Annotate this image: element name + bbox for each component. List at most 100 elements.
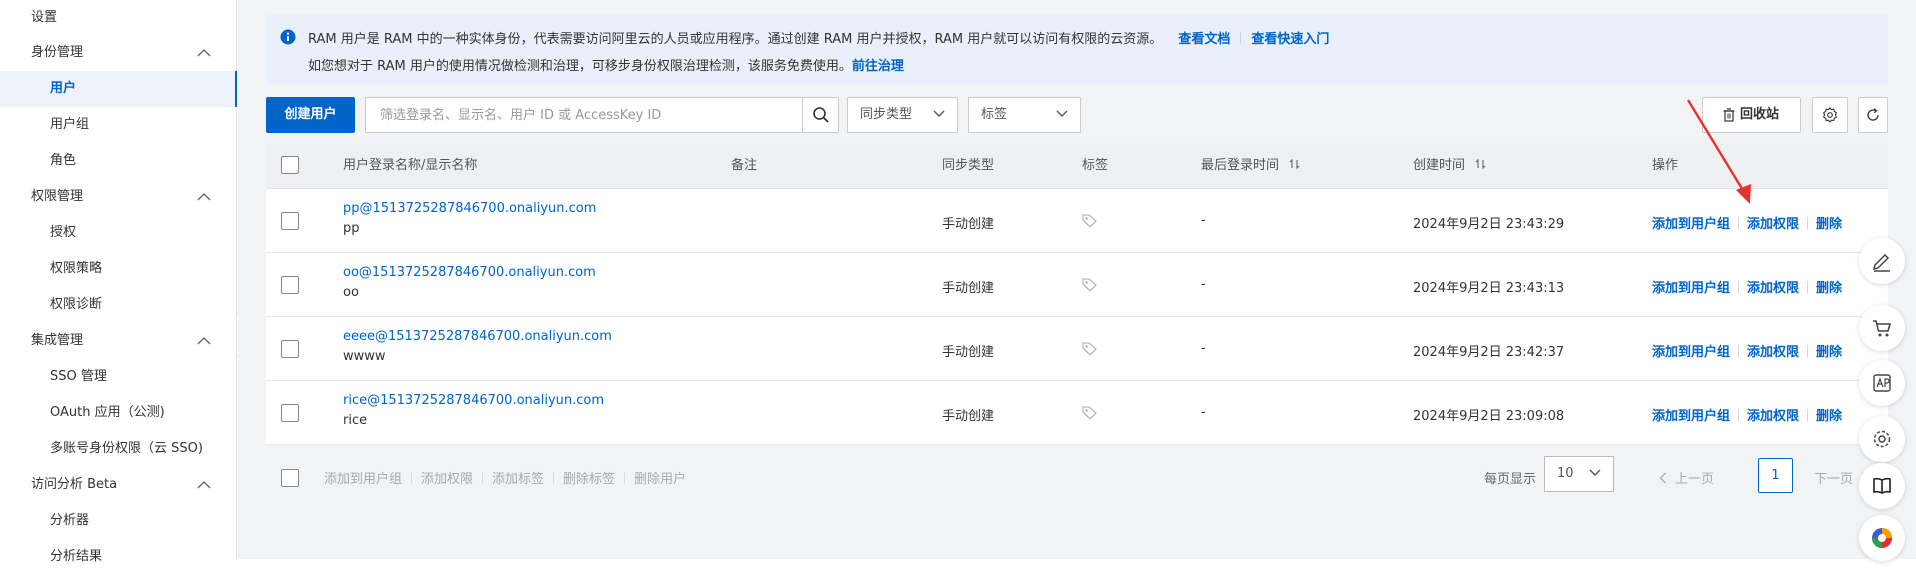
delete-link[interactable]: 删除: [1816, 281, 1842, 296]
feedback-button[interactable]: [1859, 238, 1905, 284]
divider: [1807, 281, 1809, 293]
search-input[interactable]: [366, 98, 802, 132]
govern-link[interactable]: 前往治理: [852, 59, 904, 74]
tag-icon[interactable]: [1082, 406, 1097, 420]
delete-link[interactable]: 删除: [1816, 217, 1842, 232]
sync-type-select-label: 同步类型: [860, 107, 913, 122]
sidebar-item-policies[interactable]: 权限策略: [0, 251, 237, 287]
sidebar-item-grants[interactable]: 授权: [0, 215, 237, 251]
sidebar-item-analyzer[interactable]: 分析器: [0, 503, 237, 539]
page-size-select[interactable]: 10: [1544, 456, 1614, 492]
batch-add-permission[interactable]: 添加权限: [421, 472, 473, 487]
select-all-checkbox[interactable]: [281, 156, 299, 174]
info-notice: RAM 用户是 RAM 中的一种实体身份，代表需要访问阿里云的人员或应用程序。通…: [266, 14, 1888, 84]
chevron-up-icon: [197, 323, 211, 359]
batch-add-tag[interactable]: 添加标签: [492, 472, 544, 487]
user-login-link[interactable]: rice@1513725287846700.onaliyun.com: [343, 393, 604, 408]
sidebar-group-integration[interactable]: 集成管理: [0, 323, 237, 359]
add-permission-link[interactable]: 添加权限: [1747, 281, 1799, 296]
tag-icon[interactable]: [1082, 214, 1097, 228]
column-header-last-login[interactable]: 最后登录时间: [1201, 143, 1301, 189]
search-input-wrapper: [365, 97, 803, 133]
gear-icon: [1873, 430, 1891, 448]
search-button[interactable]: [802, 97, 839, 133]
sidebar-item-settings[interactable]: 设置: [0, 0, 237, 36]
sidebar-item-label: 身份管理: [31, 45, 84, 60]
batch-actions: 添加到用户组 添加权限 添加标签 删除标签 删除用户: [324, 468, 686, 487]
tag-icon[interactable]: [1082, 342, 1097, 356]
add-permission-link[interactable]: 添加权限: [1747, 217, 1799, 232]
sync-type-value: 手动创建: [942, 217, 995, 232]
row-checkbox[interactable]: [281, 340, 299, 358]
sidebar-item-cloud-sso[interactable]: 多账号身份权限（云 SSO): [0, 431, 237, 467]
settings-button[interactable]: [1812, 97, 1848, 133]
settings-float-button[interactable]: [1859, 416, 1905, 462]
sidebar-item-oauth[interactable]: OAuth 应用（公测): [0, 395, 237, 431]
row-checkbox[interactable]: [281, 404, 299, 422]
user-display-name: rice: [343, 413, 368, 428]
bulk-select-checkbox[interactable]: [281, 469, 299, 487]
tag-icon[interactable]: [1082, 278, 1097, 292]
row-checkbox[interactable]: [281, 212, 299, 230]
tag-select[interactable]: 标签: [968, 97, 1081, 133]
create-user-button[interactable]: 创建用户: [266, 97, 355, 133]
search-icon: [813, 107, 829, 123]
docs-button[interactable]: [1859, 463, 1905, 509]
sidebar-group-identity[interactable]: 身份管理: [0, 35, 237, 71]
sidebar-item-sso[interactable]: SSO 管理: [0, 359, 237, 395]
sidebar-item-label: 多账号身份权限（云 SSO): [50, 441, 203, 456]
add-to-group-link[interactable]: 添加到用户组: [1652, 409, 1730, 424]
divider: [1738, 281, 1740, 293]
refresh-button[interactable]: [1858, 97, 1888, 133]
sidebar-item-users[interactable]: 用户: [0, 71, 237, 107]
user-login-link[interactable]: eeee@1513725287846700.onaliyun.com: [343, 329, 612, 344]
add-permission-link[interactable]: 添加权限: [1747, 409, 1799, 424]
row-actions: 添加到用户组 添加权限 删除: [1652, 405, 1842, 424]
add-to-group-link[interactable]: 添加到用户组: [1652, 217, 1730, 232]
divider: [1738, 409, 1740, 421]
column-header-sync-type: 同步类型: [942, 158, 995, 173]
sidebar-item-label: 权限诊断: [50, 297, 103, 312]
page-1-button[interactable]: 1: [1758, 458, 1793, 493]
view-docs-link[interactable]: 查看文档: [1178, 32, 1230, 47]
add-to-group-link[interactable]: 添加到用户组: [1652, 281, 1730, 296]
sidebar-item-roles[interactable]: 角色: [0, 143, 237, 179]
row-checkbox[interactable]: [281, 276, 299, 294]
sidebar-group-access-analysis[interactable]: 访问分析 Beta: [0, 467, 237, 503]
sort-icon: [1475, 158, 1486, 170]
table-row: oo@1513725287846700.onaliyun.com oo 手动创建…: [266, 253, 1888, 317]
user-login-link[interactable]: pp@1513725287846700.onaliyun.com: [343, 201, 596, 216]
assistant-button[interactable]: [1859, 515, 1905, 561]
add-to-group-link[interactable]: 添加到用户组: [1652, 345, 1730, 360]
column-header-created[interactable]: 创建时间: [1413, 143, 1487, 189]
batch-delete-users[interactable]: 删除用户: [634, 472, 686, 487]
batch-remove-tag[interactable]: 删除标签: [563, 472, 615, 487]
divider: [553, 472, 555, 484]
user-display-name: pp: [343, 221, 360, 236]
sidebar-item-diagnosis[interactable]: 权限诊断: [0, 287, 237, 323]
divider: [1240, 32, 1242, 44]
prev-page-button[interactable]: 上一页: [1659, 468, 1714, 487]
notice-line-2: 如您想对于 RAM 用户的使用情况做检测和治理，可移步身份权限治理检测，该服务免…: [308, 55, 904, 74]
cart-button[interactable]: [1859, 305, 1905, 351]
sidebar-item-label: 权限管理: [31, 189, 84, 204]
quickstart-link[interactable]: 查看快速入门: [1251, 32, 1329, 47]
sidebar-item-label: 集成管理: [31, 333, 84, 348]
delete-link[interactable]: 删除: [1816, 409, 1842, 424]
delete-link[interactable]: 删除: [1816, 345, 1842, 360]
column-header-remark: 备注: [731, 158, 758, 173]
divider: [482, 472, 484, 484]
sidebar-item-label: 访问分析 Beta: [31, 477, 118, 492]
api-button[interactable]: [1859, 360, 1905, 406]
add-permission-link[interactable]: 添加权限: [1747, 345, 1799, 360]
sidebar-item-analysis-results[interactable]: 分析结果: [0, 539, 237, 575]
user-display-name: oo: [343, 285, 359, 300]
batch-add-to-group[interactable]: 添加到用户组: [324, 472, 402, 487]
user-login-link[interactable]: oo@1513725287846700.onaliyun.com: [343, 265, 596, 280]
sidebar-item-label: 用户组: [50, 117, 90, 132]
divider: [1738, 345, 1740, 357]
sidebar-item-user-groups[interactable]: 用户组: [0, 107, 237, 143]
sidebar-group-permissions[interactable]: 权限管理: [0, 179, 237, 215]
column-header-actions: 操作: [1652, 158, 1679, 173]
sync-type-select[interactable]: 同步类型: [847, 97, 958, 133]
